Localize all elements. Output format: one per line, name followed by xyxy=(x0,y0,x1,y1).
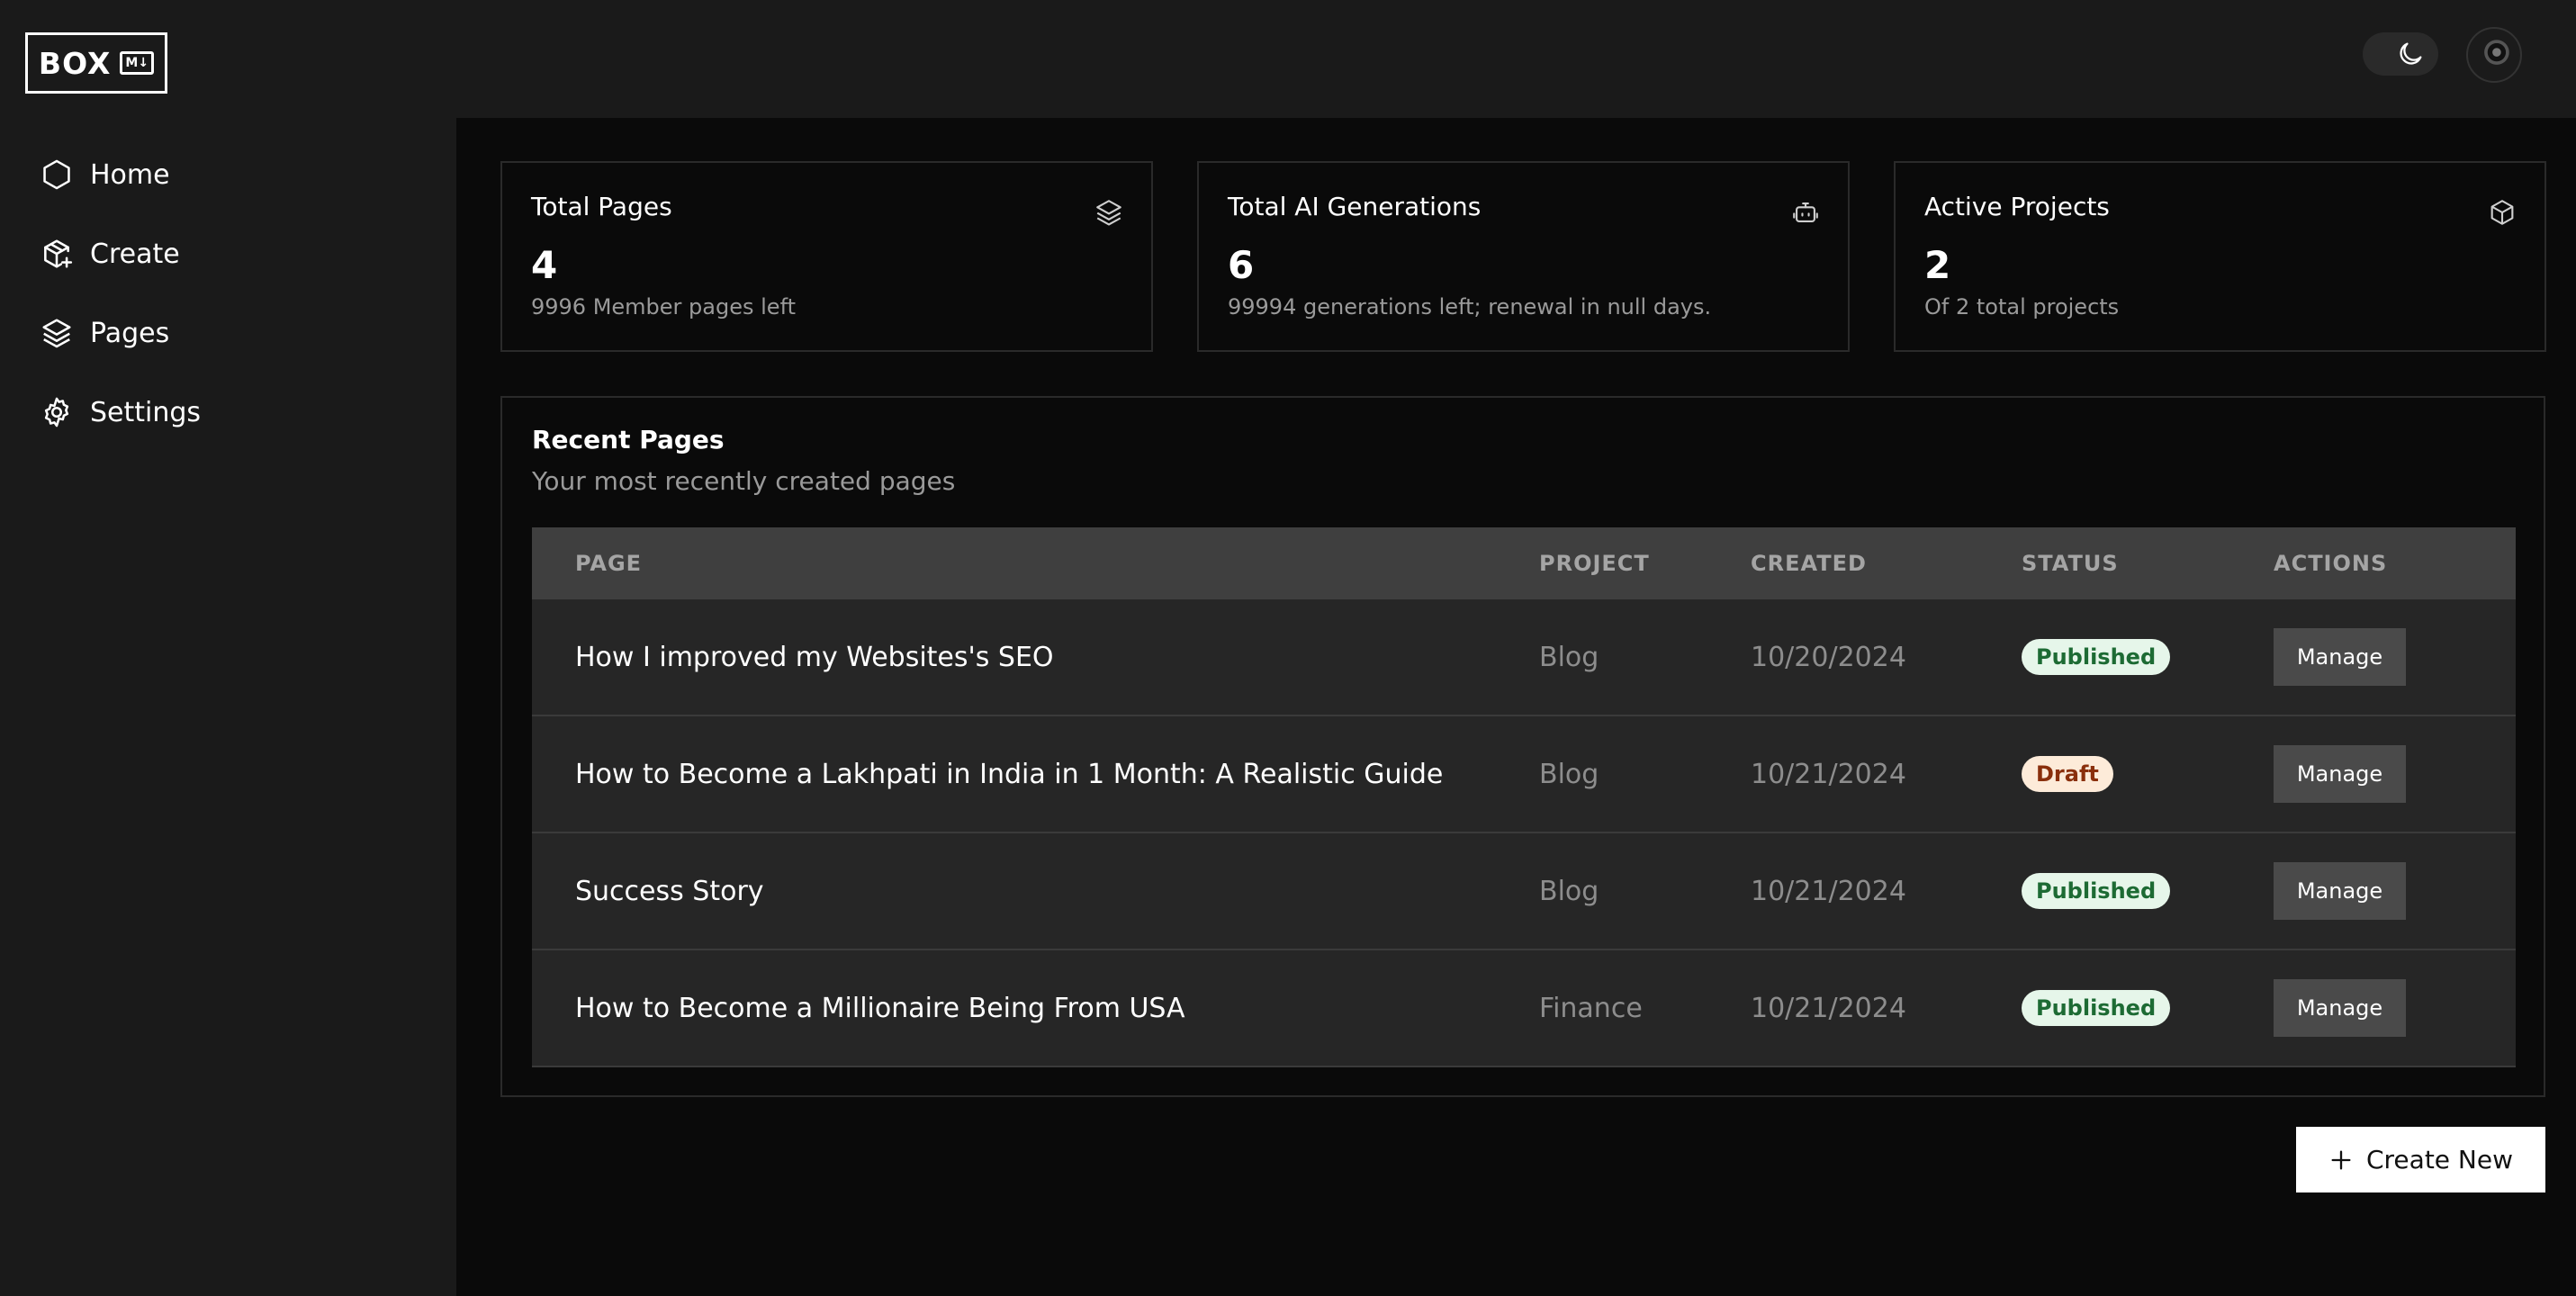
sidebar-item-label: Settings xyxy=(90,396,202,428)
created-cell: 10/21/2024 xyxy=(1751,992,1906,1024)
project-cell: Blog xyxy=(1539,875,1599,907)
package-plus-icon xyxy=(44,239,73,268)
status-badge: Published xyxy=(2022,639,2171,675)
actions-cell: Manage xyxy=(2274,979,2516,1037)
created-cell: 10/21/2024 xyxy=(1751,758,1906,790)
bot-icon xyxy=(1793,202,1818,222)
table-row[interactable]: How I improved my Websites's SEO Blog 10… xyxy=(532,599,2516,716)
actions-cell: Manage xyxy=(2274,745,2516,803)
status-badge: Published xyxy=(2022,873,2171,909)
stat-card-title: Total Pages xyxy=(531,192,672,221)
moon-icon xyxy=(2400,42,2422,65)
status-cell: Published xyxy=(2022,990,2274,1026)
stat-card-value: 6 xyxy=(1228,243,1255,287)
column-header-created[interactable]: CREATED xyxy=(1751,551,2022,576)
table-row[interactable]: Success Story Blog 10/21/2024 Published … xyxy=(532,833,2516,950)
page-title-cell[interactable]: How to Become a Millionaire Being From U… xyxy=(532,993,1539,1024)
stat-card-value: 4 xyxy=(531,243,558,287)
stats-cards: Total Pages 4 9996 Member pages left Tot… xyxy=(500,161,2546,352)
project-cell: Finance xyxy=(1539,992,1643,1024)
stat-card-title: Total AI Generations xyxy=(1228,192,1482,221)
table-row[interactable]: How to Become a Lakhpati in India in 1 M… xyxy=(532,716,2516,833)
sidebar-item-create[interactable]: Create xyxy=(0,214,456,293)
top-bar xyxy=(456,0,2576,118)
manage-button[interactable]: Manage xyxy=(2274,745,2406,803)
stat-card-subtitle: Of 2 total projects xyxy=(1924,294,2120,320)
create-new-label: Create New xyxy=(2365,1145,2513,1174)
manage-button[interactable]: Manage xyxy=(2274,979,2406,1037)
status-cell: Published xyxy=(2022,639,2274,675)
page-title-cell[interactable]: How I improved my Websites's SEO xyxy=(532,642,1539,673)
column-header-page[interactable]: PAGE xyxy=(532,551,1539,576)
column-header-actions: ACTIONS xyxy=(2274,551,2388,576)
theme-toggle[interactable] xyxy=(2363,32,2438,76)
markdown-badge: M↓ xyxy=(120,51,155,75)
status-badge: Draft xyxy=(2022,756,2113,792)
manage-button[interactable]: Manage xyxy=(2274,862,2406,920)
created-cell: 10/21/2024 xyxy=(1751,875,1906,907)
stat-card-value: 2 xyxy=(1924,243,1951,287)
stat-card-total-pages: Total Pages 4 9996 Member pages left xyxy=(500,161,1153,352)
recent-pages-table: PAGE PROJECT CREATED STATUS ACTIONS How … xyxy=(532,527,2516,1067)
table-row[interactable]: How to Become a Millionaire Being From U… xyxy=(532,950,2516,1067)
manage-button[interactable]: Manage xyxy=(2274,628,2406,686)
sidebar-nav: Home Create Pages Settings xyxy=(0,135,456,452)
recent-pages-panel: Recent Pages Your most recently created … xyxy=(500,396,2545,1097)
section-subtitle: Your most recently created pages xyxy=(532,466,956,496)
project-cell: Blog xyxy=(1539,641,1599,673)
logo-text: BOX xyxy=(38,45,112,81)
sidebar-item-label: Pages xyxy=(90,317,170,349)
layers-icon xyxy=(42,319,71,348)
stat-card-ai-generations: Total AI Generations 6 99994 generations… xyxy=(1197,161,1850,352)
main-content: Total Pages 4 9996 Member pages left Tot… xyxy=(456,118,2576,1296)
stat-card-title: Active Projects xyxy=(1924,192,2110,221)
page-title-cell[interactable]: Success Story xyxy=(532,876,1539,907)
hexagon-icon xyxy=(43,159,70,190)
sidebar-item-pages[interactable]: Pages xyxy=(0,293,456,373)
plus-icon xyxy=(2331,1150,2351,1169)
box-icon xyxy=(2490,200,2514,225)
status-cell: Draft xyxy=(2022,756,2274,792)
sidebar-item-label: Create xyxy=(90,238,180,270)
sidebar-item-settings[interactable]: Settings xyxy=(0,373,456,452)
status-cell: Published xyxy=(2022,873,2274,909)
sidebar-item-label: Home xyxy=(90,158,170,191)
sidebar: BOX M↓ Home Create Pages Settings xyxy=(0,0,456,1296)
avatar[interactable] xyxy=(2466,27,2522,83)
column-header-project[interactable]: PROJECT xyxy=(1539,551,1751,576)
stat-card-subtitle: 9996 Member pages left xyxy=(531,294,796,320)
app-root: BOX M↓ Home Create Pages Settings Total … xyxy=(0,0,2576,1296)
sidebar-item-home[interactable]: Home xyxy=(0,135,456,214)
actions-cell: Manage xyxy=(2274,862,2516,920)
column-header-status[interactable]: STATUS xyxy=(2022,551,2274,576)
project-cell: Blog xyxy=(1539,758,1599,790)
page-title-cell[interactable]: How to Become a Lakhpati in India in 1 M… xyxy=(532,759,1539,790)
stat-card-active-projects: Active Projects 2 Of 2 total projects xyxy=(1894,161,2546,352)
create-new-button[interactable]: Create New xyxy=(2296,1127,2545,1192)
stat-card-subtitle: 99994 generations left; renewal in null … xyxy=(1228,294,1712,320)
table-header: PAGE PROJECT CREATED STATUS ACTIONS xyxy=(532,527,2516,599)
gear-icon xyxy=(44,397,69,428)
actions-cell: Manage xyxy=(2274,628,2516,686)
status-badge: Published xyxy=(2022,990,2171,1026)
created-cell: 10/20/2024 xyxy=(1751,641,1906,673)
layers-icon xyxy=(1096,200,1121,226)
logo[interactable]: BOX M↓ xyxy=(25,32,167,94)
section-title: Recent Pages xyxy=(532,425,725,454)
